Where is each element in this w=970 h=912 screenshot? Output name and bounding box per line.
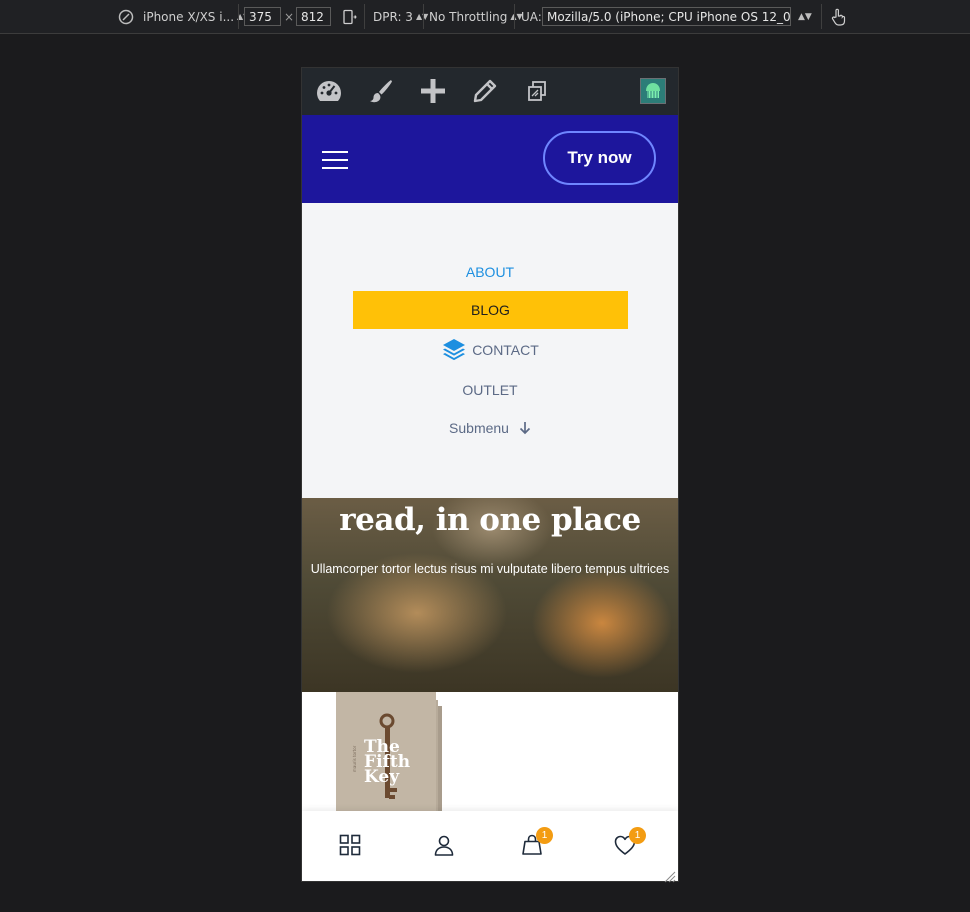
menu-item-label: ABOUT [465,264,515,280]
mobile-menu: ABOUT BLOG CONTACT OUTLET Submenu [302,203,678,498]
hero-banner: read, in one place Ullamcorper tortor le… [302,498,678,692]
rotate-icon[interactable] [341,0,357,33]
layers-icon [441,337,467,363]
divider [423,4,424,29]
grid-icon[interactable] [338,833,364,859]
menu-item-about[interactable]: ABOUT [302,262,678,282]
resize-handle-icon[interactable] [662,868,676,883]
times-symbol: × [284,9,295,24]
hero-subtitle: Ullamcorper tortor lectus risus mi vulpu… [310,562,670,576]
height-value: 812 [301,9,324,24]
hero-title: read, in one place [339,502,641,538]
divider [364,4,365,29]
user-avatar[interactable] [640,78,666,104]
book-title-line: Key [364,767,400,787]
try-now-button[interactable]: Try now [543,131,656,185]
ua-input[interactable]: Mozilla/5.0 (iPhone; CPU iPhone OS 12_0 … [542,7,791,26]
ua-value: Mozilla/5.0 (iPhone; CPU iPhone OS 12_0 … [547,9,791,24]
bag-icon[interactable]: 1 [520,827,553,859]
add-new-plus-icon[interactable] [418,76,448,106]
width-input[interactable]: 375 [244,7,281,26]
ua-label: UA: [521,9,542,24]
dashboard-icon[interactable] [314,76,344,106]
throttling-label: No Throttling [429,9,508,24]
device-viewport: Try now ABOUT BLOG CONTACT OUTLET Submen… [302,68,678,881]
menu-item-contact[interactable]: CONTACT [302,338,678,362]
device-select-label: iPhone X/XS i... [143,9,235,24]
site-header: Try now [302,115,678,203]
heart-icon[interactable]: 1 [613,827,646,859]
wishlist-count-badge: 1 [629,827,646,844]
menu-item-outlet[interactable]: OUTLET [302,380,678,400]
menu-item-label: CONTACT [472,342,539,358]
divider [514,4,515,29]
dpr-select[interactable]: DPR: 3▲▼ [373,0,428,33]
divider [821,4,822,29]
menu-item-label: Submenu [449,420,509,436]
duplicate-pages-icon[interactable] [522,76,552,106]
height-input[interactable]: 812 [296,7,331,26]
book-cover-image[interactable]: mauris tortor The Fifth Key [336,692,442,812]
admin-bar [302,68,678,115]
bottom-navigation: 1 1 [302,811,678,881]
hamburger-menu-icon[interactable] [322,151,348,169]
ua-select-caret[interactable]: ▲▼ [798,0,812,33]
edit-pencil-icon[interactable] [470,76,500,106]
user-icon[interactable] [432,833,458,859]
dpr-label: DPR: 3 [373,9,413,24]
devtools-device-toolbar: iPhone X/XS i...▲▼ 375 × 812 DPR: 3▲▼ No… [0,0,970,34]
hero-title-overflow [372,498,532,500]
arrow-down-icon [519,421,531,435]
divider [238,4,239,29]
touch-icon[interactable] [830,0,846,33]
cart-count-badge: 1 [536,827,553,844]
throttling-select[interactable]: No Throttling ▲▼ [429,0,523,33]
customize-brush-icon[interactable] [366,76,396,106]
menu-item-label: BLOG [471,302,510,318]
device-settings-icon[interactable] [118,0,134,33]
width-value: 375 [249,9,272,24]
book-title: The Fifth Key [364,739,410,787]
svg-text:mauris tortor: mauris tortor [352,745,357,772]
menu-item-blog[interactable]: BLOG [353,291,628,329]
menu-item-submenu[interactable]: Submenu [302,418,678,438]
device-select[interactable]: iPhone X/XS i...▲▼ [143,0,249,33]
menu-item-label: OUTLET [462,382,518,398]
